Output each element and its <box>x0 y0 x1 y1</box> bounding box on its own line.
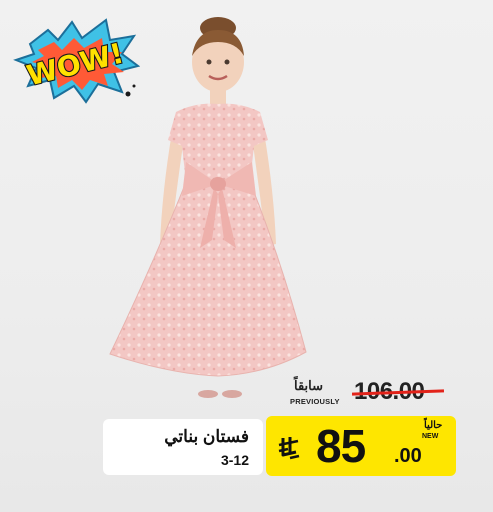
current-label-en: NEW <box>422 433 439 440</box>
saudi-riyal-icon <box>278 437 300 460</box>
current-label-ar: حالياً <box>424 420 443 431</box>
current-price-integer: 85 <box>316 420 366 472</box>
offer-card: WOW! سابقاً PREVIOUSLY 106.00 فستان بنات… <box>0 0 493 512</box>
previous-label-ar: سابقاً <box>294 378 324 393</box>
previous-label-en: PREVIOUSLY <box>290 397 340 406</box>
current-price-decimal: .00 <box>394 445 422 467</box>
previous-price-group: سابقاً PREVIOUSLY 106.00 <box>288 378 458 412</box>
current-price-box: 85 .00 حالياً NEW <box>266 416 456 476</box>
product-size: 3-12 <box>220 452 249 468</box>
product-name-box: فستان بناتي 3-12 <box>103 419 263 475</box>
girl-dress-photo <box>109 17 307 398</box>
product-name: فستان بناتي <box>164 427 249 446</box>
